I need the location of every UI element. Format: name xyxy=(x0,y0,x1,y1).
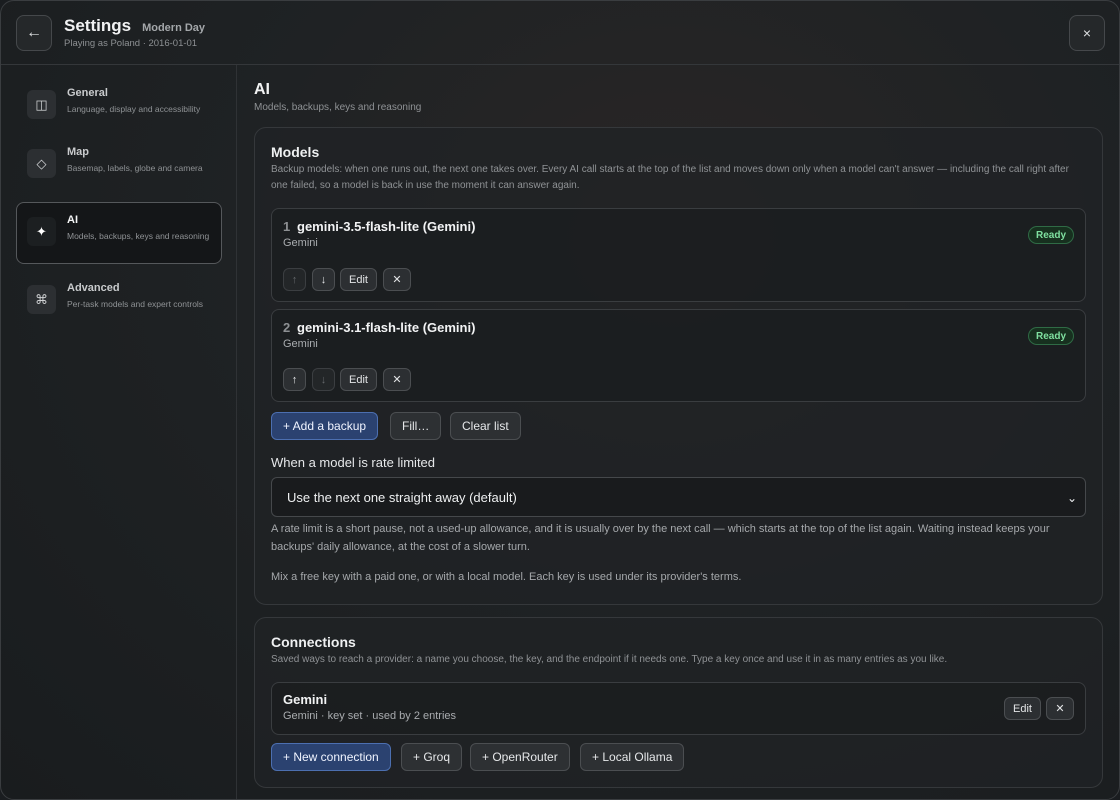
move-down-button[interactable]: ↓ xyxy=(312,368,335,391)
sidebar-item-label: AI xyxy=(67,214,78,226)
connections-title: Connections xyxy=(271,634,356,650)
sparkle-icon: ✦ xyxy=(27,217,56,246)
sidebar-item-desc: Models, backups, keys and reasoning xyxy=(67,231,210,241)
arrow-up-icon: ↑ xyxy=(291,373,298,386)
sidebar-item-desc: Basemap, labels, globe and camera xyxy=(67,163,203,173)
arrow-up-icon: ↑ xyxy=(291,273,298,286)
edit-connection-button[interactable]: Edit xyxy=(1004,697,1041,720)
connections-card: Connections Saved ways to reach a provid… xyxy=(254,617,1103,788)
add-backup-button[interactable]: + Add a backup xyxy=(271,412,379,440)
remove-model-button[interactable]: ✕ xyxy=(383,368,411,391)
connection-row: Gemini Gemini · key set · used by 2 entr… xyxy=(271,682,1086,735)
models-card: Models Backup models: when one runs out,… xyxy=(254,127,1103,605)
sidebar-item-ai[interactable]: ✦ AI Models, backups, keys and reasoning xyxy=(16,202,222,264)
model-row: 2 gemini-3.1-flash-lite (Gemini) Gemini … xyxy=(271,309,1086,402)
sidebar-item-label: General xyxy=(67,87,108,99)
sidebar-item-label: Map xyxy=(67,146,89,158)
model-provider: Gemini xyxy=(283,338,318,350)
model-name: gemini-3.1-flash-lite (Gemini) xyxy=(297,320,476,335)
panel-icon: ◫ xyxy=(27,90,56,119)
new-connection-button[interactable]: + New connection xyxy=(271,743,391,771)
sidebar-item-desc: Language, display and accessibility xyxy=(67,104,201,114)
clear-list-button[interactable]: Clear list xyxy=(450,412,521,440)
back-button[interactable]: ← xyxy=(16,15,52,51)
models-title: Models xyxy=(271,144,320,160)
diamond-icon: ◇ xyxy=(27,149,56,178)
connection-name: Gemini xyxy=(283,692,328,707)
scenario-name: Modern Day xyxy=(142,22,206,34)
add-local-ollama-button[interactable]: + Local Ollama xyxy=(580,743,685,771)
header-subtitle: Playing as Poland · 2016-01-01 xyxy=(64,38,198,49)
connection-info: Gemini · key set · used by 2 entries xyxy=(283,710,457,722)
status-badge: Ready xyxy=(1027,226,1074,244)
close-icon: ✕ xyxy=(392,374,402,386)
sidebar-item-map[interactable]: ◇ Map Basemap, labels, globe and camera xyxy=(16,134,222,196)
sidebar-item-desc: Per-task models and expert controls xyxy=(67,299,204,309)
model-provider: Gemini xyxy=(283,237,318,249)
sidebar-item-label: Advanced xyxy=(67,282,120,294)
close-icon: × xyxy=(1082,25,1092,41)
header: ← Settings Modern Day Playing as Poland … xyxy=(1,1,1119,65)
mix-keys-note: Mix a free key with a paid one, or with … xyxy=(271,571,742,583)
rate-limit-value: Use the next one straight away (default) xyxy=(287,489,517,505)
chevron-down-icon: ⌄ xyxy=(1066,491,1077,505)
move-down-button[interactable]: ↓ xyxy=(312,268,335,291)
connections-desc: Saved ways to reach a provider: a name y… xyxy=(271,654,948,665)
close-icon: ✕ xyxy=(1055,703,1065,715)
model-row: 1 gemini-3.5-flash-lite (Gemini) Gemini … xyxy=(271,208,1086,302)
sidebar-item-general[interactable]: ◫ General Language, display and accessib… xyxy=(16,75,222,137)
edit-model-button[interactable]: Edit xyxy=(340,268,377,291)
move-up-button[interactable]: ↑ xyxy=(283,268,306,291)
section-title: AI xyxy=(254,81,270,98)
rate-limit-label: When a model is rate limited xyxy=(271,455,436,470)
move-up-button[interactable]: ↑ xyxy=(283,368,306,391)
model-name: gemini-3.5-flash-lite (Gemini) xyxy=(297,219,476,234)
arrow-down-icon: ↓ xyxy=(320,373,327,386)
arrow-down-icon: ↓ xyxy=(320,273,327,286)
main-content: AI Models, backups, keys and reasoning M… xyxy=(237,65,1119,799)
page-title: Settings xyxy=(64,16,132,35)
title-row: Settings Modern Day xyxy=(64,16,205,36)
section-subtitle: Models, backups, keys and reasoning xyxy=(254,102,422,113)
arrow-left-icon: ← xyxy=(26,24,42,41)
add-groq-button[interactable]: + Groq xyxy=(401,743,463,771)
close-button[interactable]: × xyxy=(1069,15,1105,51)
model-number: 1 xyxy=(283,219,291,234)
sidebar: ◫ General Language, display and accessib… xyxy=(1,65,237,799)
sidebar-item-advanced[interactable]: ⌘ Advanced Per-task models and expert co… xyxy=(16,270,222,332)
remove-model-button[interactable]: ✕ xyxy=(383,268,411,291)
add-openrouter-button[interactable]: + OpenRouter xyxy=(470,743,570,771)
remove-connection-button[interactable]: ✕ xyxy=(1046,697,1074,720)
command-icon: ⌘ xyxy=(27,285,56,314)
settings-window: ← Settings Modern Day Playing as Poland … xyxy=(0,0,1120,800)
fill-button[interactable]: Fill… xyxy=(390,412,442,440)
model-number: 2 xyxy=(283,320,291,335)
status-badge: Ready xyxy=(1027,327,1074,345)
rate-limit-note: A rate limit is a short pause, not a use… xyxy=(271,523,1050,553)
edit-model-button[interactable]: Edit xyxy=(340,368,377,391)
models-desc: Backup models: when one runs out, the ne… xyxy=(271,164,1069,191)
rate-limit-select[interactable]: Use the next one straight away (default)… xyxy=(271,477,1086,517)
close-icon: ✕ xyxy=(392,274,402,286)
